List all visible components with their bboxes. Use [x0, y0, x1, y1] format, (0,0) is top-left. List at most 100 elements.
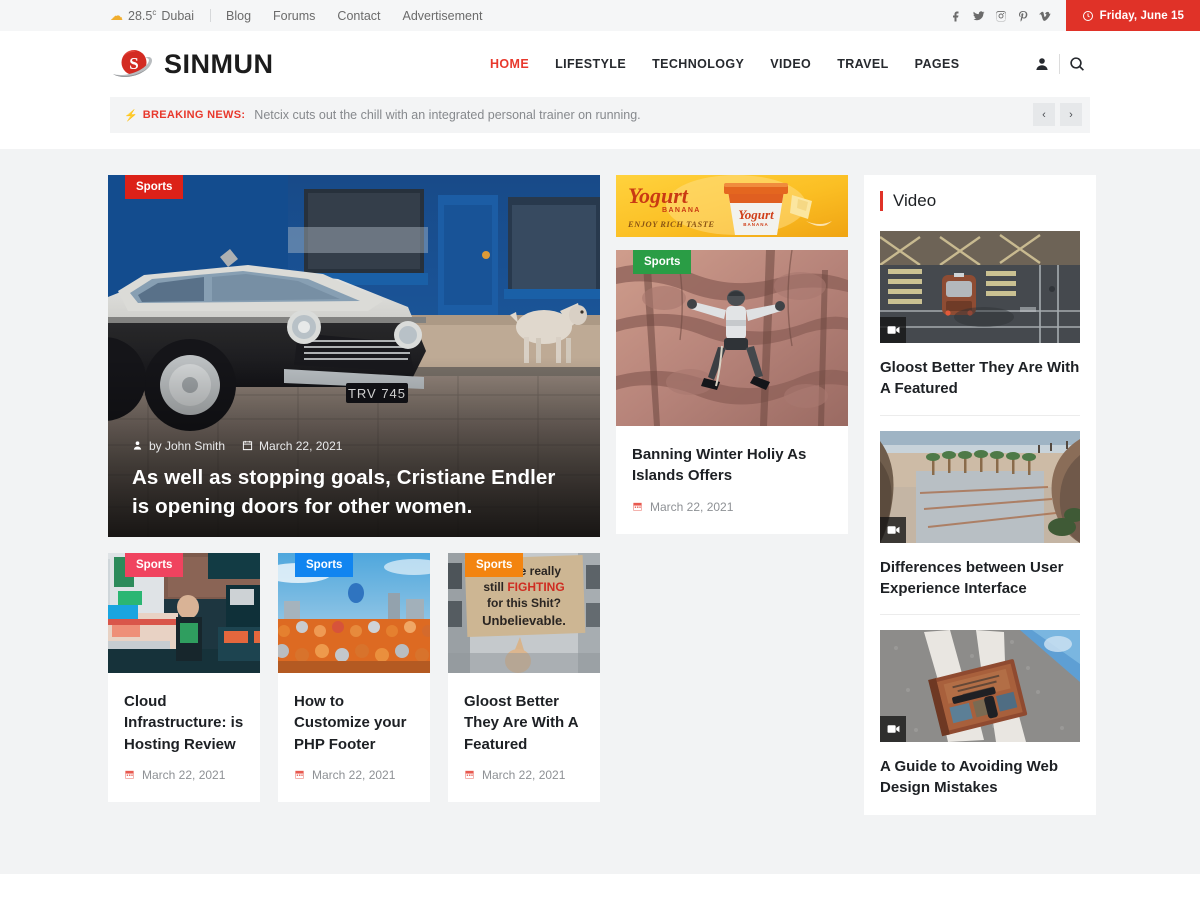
calendar-icon — [465, 771, 474, 780]
search-icon[interactable] — [1060, 56, 1094, 72]
top-link-forums[interactable]: Forums — [262, 9, 326, 23]
weather-city: Dubai — [161, 8, 195, 23]
secondary-article[interactable]: Sports Banning Winter Holiy As Islands O… — [616, 250, 848, 534]
article-card-row: Sports Cloud Infrastructure: is Hosting … — [108, 553, 600, 802]
video-thumbnail — [880, 630, 1080, 743]
article-card-title[interactable]: Cloud Infrastructure: is Hosting Review — [124, 691, 244, 755]
weather-temperature: 28.5c — [128, 7, 157, 24]
svg-text:Yogurt: Yogurt — [738, 207, 774, 222]
video-item-title[interactable]: A Guide to Avoiding Web Design Mistakes — [880, 756, 1080, 799]
nav-item-video[interactable]: VIDEO — [757, 57, 824, 71]
calendar-icon — [633, 502, 642, 511]
top-link-contact[interactable]: Contact — [326, 9, 391, 23]
breaking-next-button[interactable]: › — [1060, 103, 1082, 126]
secondary-article-body: Banning Winter Holiy As Islands Offers M… — [616, 426, 848, 534]
article-card-body: How to Customize your PHP Footer March 2… — [278, 673, 430, 802]
article-card-title[interactable]: How to Customize your PHP Footer — [294, 691, 414, 755]
video-item-title[interactable]: Differences between User Experience Inte… — [880, 557, 1080, 600]
nav-item-home[interactable]: HOME — [477, 57, 542, 71]
article-card-date: March 22, 2021 — [464, 768, 584, 782]
svg-text:ENJOY RICH TASTE: ENJOY RICH TASTE — [627, 219, 715, 229]
main-navigation: HOME LIFESTYLE TECHNOLOGY VIDEO TRAVEL P… — [477, 31, 973, 97]
svg-text:for this Shit?: for this Shit? — [487, 596, 561, 610]
top-link-advertisement[interactable]: Advertisement — [392, 9, 494, 23]
video-list-item[interactable]: A Guide to Avoiding Web Design Mistakes — [880, 630, 1080, 805]
secondary-article-title[interactable]: Banning Winter Holiy As Islands Offers — [632, 444, 832, 487]
social-links — [946, 5, 1056, 27]
featured-author: by John Smith — [132, 439, 225, 453]
advertisement-banner[interactable]: Yogurt BANANA ENJOY RICH TASTE Yogurt BA… — [616, 175, 848, 237]
video-item-title[interactable]: Gloost Better They Are With A Featured — [880, 357, 1080, 400]
logo-text: SINMUN — [164, 48, 274, 79]
header-tools — [1025, 31, 1094, 97]
svg-text:BANANA: BANANA — [662, 207, 701, 214]
ad-brand: Yogurt — [628, 183, 689, 208]
calendar-icon — [242, 441, 253, 451]
video-widget: Video Gloost Better They Are With A Feat… — [864, 175, 1096, 815]
site-logo[interactable]: S SINMUN — [110, 47, 274, 81]
cloud-sun-icon: ☁ — [110, 8, 123, 23]
article-card-thumbnail: Sports — [108, 553, 260, 673]
main-content-area: TRV 745 Sports — [0, 149, 1200, 874]
instagram-icon[interactable] — [990, 5, 1012, 27]
nav-item-travel[interactable]: TRAVEL — [824, 57, 901, 71]
top-bar-left: ☁ 28.5c Dubai Blog Forums Contact Advert… — [110, 8, 493, 23]
article-card[interactable]: Sports Cloud Infrastructure: is Hosting … — [108, 553, 260, 802]
yogurt-ad-image: Yogurt BANANA ENJOY RICH TASTE Yogurt BA… — [616, 175, 848, 237]
user-icon[interactable] — [1025, 56, 1059, 72]
widget-accent-bar — [880, 191, 883, 211]
climbing-photo — [616, 250, 848, 426]
article-card[interactable]: Are we really still FIGHTING for this Sh… — [448, 553, 600, 802]
article-card-date: March 22, 2021 — [294, 768, 414, 782]
featured-article[interactable]: TRV 745 Sports — [108, 175, 600, 537]
top-bar: ☁ 28.5c Dubai Blog Forums Contact Advert… — [0, 0, 1200, 31]
breaking-prev-button[interactable]: ‹ — [1033, 103, 1055, 126]
top-bar-right: Friday, June 15 — [946, 0, 1200, 31]
video-camera-icon — [880, 716, 906, 743]
content-container: TRV 745 Sports — [108, 175, 1096, 815]
logo-planet-icon: S — [110, 47, 156, 81]
breaking-news-headline[interactable]: Netcix cuts out the chill with an integr… — [254, 108, 640, 122]
article-card-body: Gloost Better They Are With A Featured M… — [448, 673, 600, 802]
site-header: S SINMUN HOME LIFESTYLE TECHNOLOGY VIDEO… — [0, 31, 1200, 97]
primary-column: TRV 745 Sports — [108, 175, 600, 802]
bolt-icon: ⚡ — [124, 109, 138, 122]
nav-item-pages[interactable]: PAGES — [902, 57, 973, 71]
clock-icon — [1082, 10, 1093, 21]
street-crossing-photo — [880, 231, 1080, 343]
facebook-icon[interactable] — [946, 5, 968, 27]
book-on-pavement-photo — [880, 630, 1080, 743]
article-card-badge[interactable]: Sports — [295, 553, 354, 577]
nav-item-technology[interactable]: TECHNOLOGY — [639, 57, 757, 71]
featured-category-badge[interactable]: Sports — [125, 175, 184, 199]
secondary-article-badge[interactable]: Sports — [633, 250, 692, 274]
article-card-thumbnail: Sports — [278, 553, 430, 673]
video-widget-header: Video — [880, 191, 1080, 211]
video-list-item[interactable]: Gloost Better They Are With A Featured — [880, 231, 1080, 416]
nav-item-lifestyle[interactable]: LIFESTYLE — [542, 57, 639, 71]
top-bar-divider — [210, 9, 212, 22]
featured-article-title[interactable]: As well as stopping goals, Cristiane End… — [132, 463, 570, 521]
vimeo-icon[interactable] — [1034, 5, 1056, 27]
article-card[interactable]: Sports How to Customize your PHP Footer … — [278, 553, 430, 802]
page-root: ☁ 28.5c Dubai Blog Forums Contact Advert… — [0, 0, 1200, 900]
author-icon — [133, 441, 142, 450]
video-camera-icon — [880, 317, 906, 343]
video-widget-title: Video — [893, 191, 937, 210]
twitter-icon[interactable] — [968, 5, 990, 27]
video-list-item[interactable]: Differences between User Experience Inte… — [880, 430, 1080, 616]
breaking-news-section: ⚡ BREAKING NEWS: Netcix cuts out the chi… — [0, 97, 1200, 149]
article-card-body: Cloud Infrastructure: is Hosting Review … — [108, 673, 260, 802]
featured-date: March 22, 2021 — [242, 439, 342, 453]
svg-text:S: S — [129, 54, 138, 73]
top-link-blog[interactable]: Blog — [226, 9, 262, 23]
article-card-title[interactable]: Gloost Better They Are With A Featured — [464, 691, 584, 755]
weather-widget: ☁ 28.5c Dubai — [110, 8, 194, 23]
article-card-date: March 22, 2021 — [124, 768, 244, 782]
current-date: Friday, June 15 — [1099, 9, 1184, 22]
article-card-badge[interactable]: Sports — [125, 553, 184, 577]
top-bar-links: Blog Forums Contact Advertisement — [226, 9, 493, 23]
article-card-badge[interactable]: Sports — [465, 553, 524, 577]
article-card-thumbnail: Are we really still FIGHTING for this Sh… — [448, 553, 600, 673]
pinterest-icon[interactable] — [1012, 5, 1034, 27]
